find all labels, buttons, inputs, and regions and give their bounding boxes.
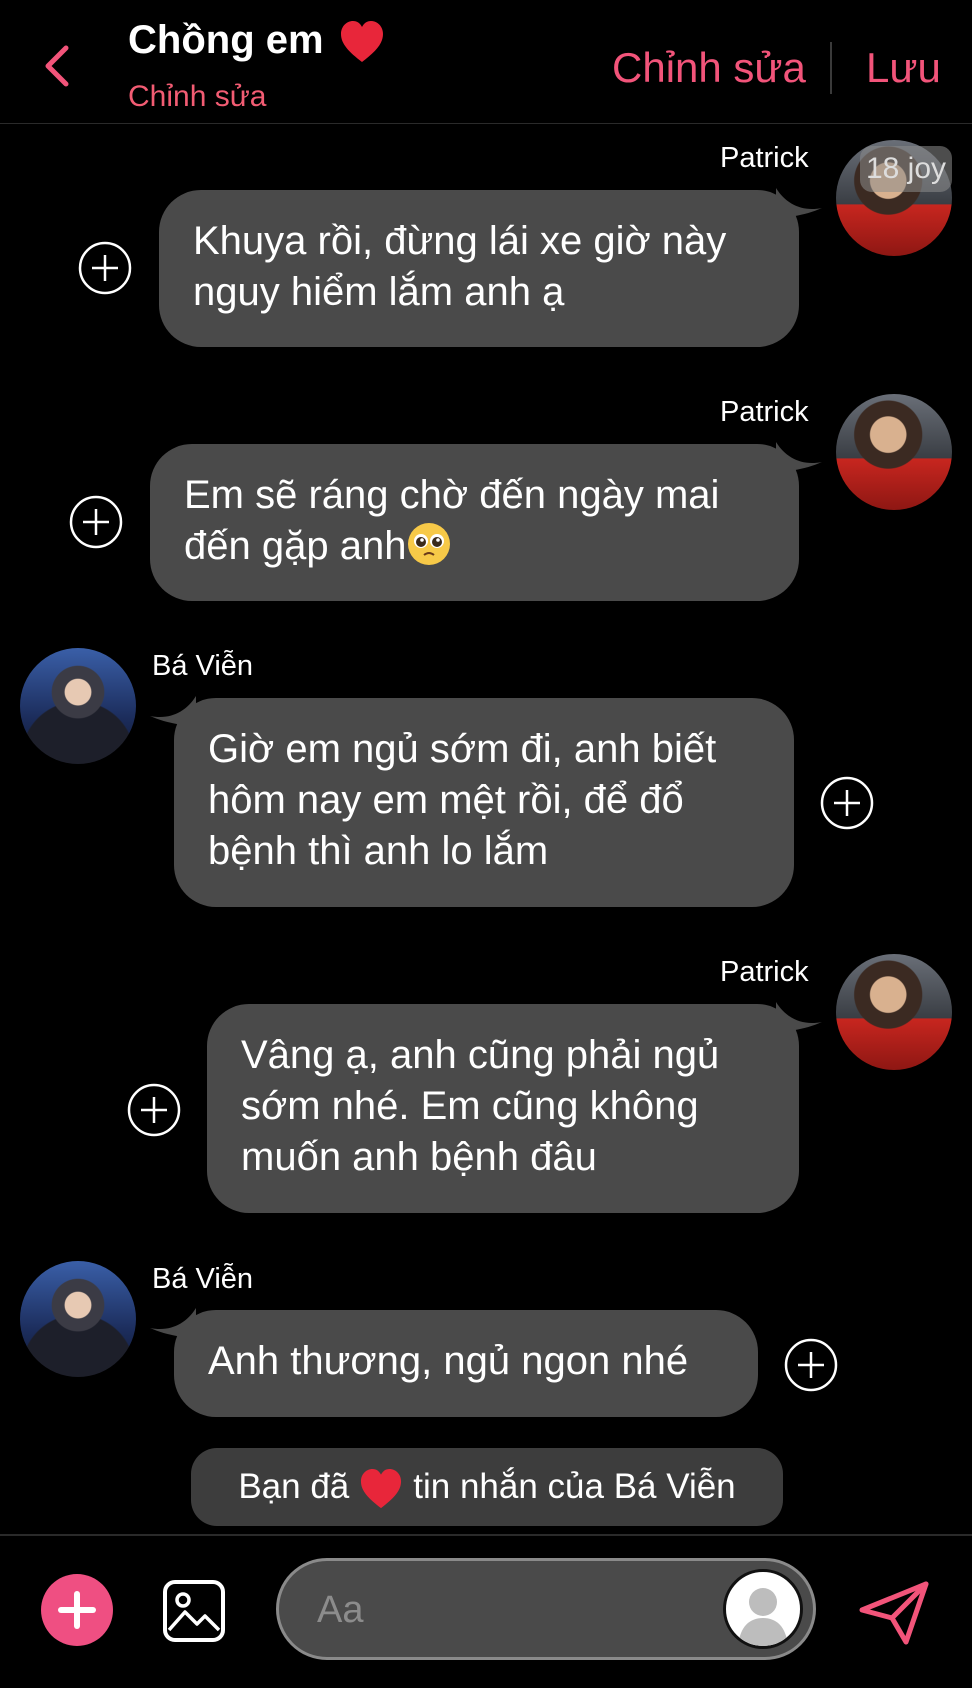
profile-button[interactable] [723, 1569, 803, 1649]
avatar-patrick[interactable] [836, 394, 952, 510]
message-text: Anh thương, ngủ ngon nhé [208, 1339, 689, 1383]
add-reaction-button[interactable] [783, 1337, 839, 1393]
add-reaction-button[interactable] [68, 494, 124, 550]
avatar-patrick[interactable] [836, 954, 952, 1070]
header-divider [830, 42, 832, 94]
message-text: Vâng ạ, anh cũng phải ngủ sớm nhé. Em cũ… [241, 1033, 720, 1179]
message-bubble[interactable]: Giờ em ngủ sớm đi, anh biết hôm nay em m… [174, 698, 794, 907]
sender-name: Patrick [720, 956, 809, 988]
image-icon [163, 1580, 225, 1642]
sender-name: Bá Viễn [152, 650, 254, 682]
chat-title-text: Chồng em [128, 18, 324, 62]
add-reaction-button[interactable] [819, 775, 875, 831]
heart-icon [361, 1468, 402, 1508]
back-button[interactable] [38, 40, 78, 92]
message-text: Khuya rồi, đừng lái xe giờ này nguy hiểm… [193, 219, 727, 314]
chat-header: Chồng em Chỉnh sửa Chỉnh sửa Lưu [0, 0, 972, 124]
add-button[interactable] [41, 1574, 113, 1646]
chat-subtitle-edit-link[interactable]: Chỉnh sửa [128, 80, 267, 114]
composer-bar [0, 1534, 972, 1688]
message-bubble[interactable]: Anh thương, ngủ ngon nhé [174, 1310, 758, 1417]
message-bubble[interactable]: Vâng ạ, anh cũng phải ngủ sớm nhé. Em cũ… [207, 1004, 799, 1213]
avatar-ba-vien[interactable] [20, 1261, 136, 1377]
message-bubble[interactable]: Em sẽ ráng chờ đến ngày mai đến gặp anh [150, 444, 799, 601]
save-button[interactable]: Lưu [866, 44, 941, 92]
avatar-ba-vien[interactable] [20, 648, 136, 764]
message-input[interactable] [315, 1583, 699, 1637]
plus-icon [58, 1591, 96, 1629]
edit-button[interactable]: Chỉnh sửa [612, 44, 806, 92]
chat-title[interactable]: Chồng em [128, 18, 385, 64]
reaction-notice: Bạn đã tin nhắn của Bá Viễn [191, 1448, 783, 1526]
sender-name: Patrick [720, 396, 809, 428]
add-reaction-button[interactable] [126, 1082, 182, 1138]
person-icon [738, 1588, 788, 1646]
message-composer[interactable] [276, 1558, 816, 1660]
watermark-label: 18 joy [860, 146, 952, 192]
reaction-notice-suffix: tin nhắn của Bá Viễn [413, 1467, 736, 1506]
pleading-face-emoji-icon [408, 523, 451, 565]
add-reaction-button[interactable] [77, 240, 133, 296]
image-button[interactable] [161, 1578, 227, 1644]
message-text: Giờ em ngủ sớm đi, anh biết hôm nay em m… [208, 727, 717, 873]
chevron-left-icon [45, 45, 69, 87]
heart-icon [340, 21, 383, 63]
sender-name: Bá Viễn [152, 1263, 254, 1295]
sender-name: Patrick [720, 142, 809, 174]
reaction-notice-prefix: Bạn đã [238, 1467, 350, 1506]
send-button[interactable] [856, 1576, 932, 1648]
send-icon [859, 1581, 929, 1645]
message-bubble[interactable]: Khuya rồi, đừng lái xe giờ này nguy hiểm… [159, 190, 799, 347]
